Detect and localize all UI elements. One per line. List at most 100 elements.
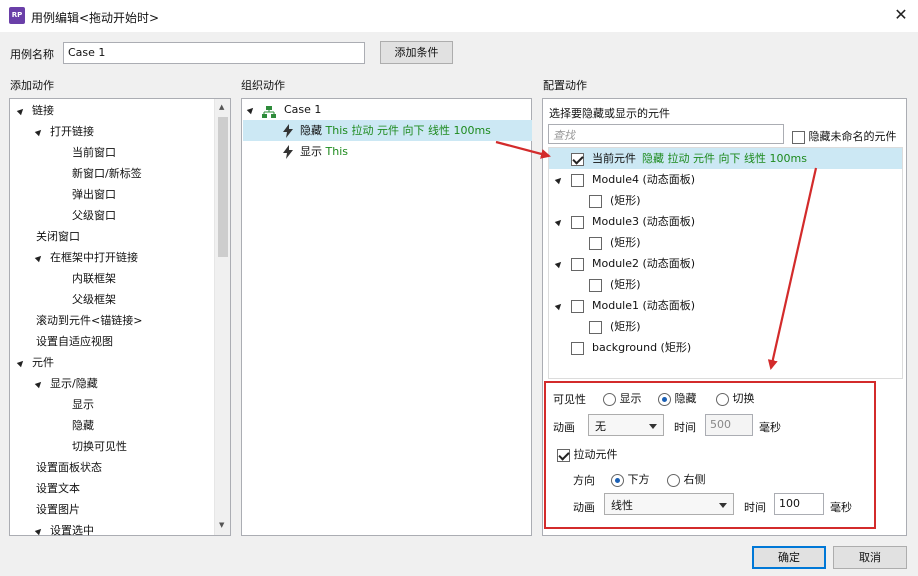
radio-hide-label: 隐藏 [674,392,697,405]
widget-checkbox[interactable] [571,152,584,166]
ok-button[interactable]: 确定 [752,546,826,569]
expand-icon[interactable] [554,259,564,269]
action-tree-item[interactable]: 切换可见性 [72,436,127,457]
widget-checkbox[interactable] [589,320,602,334]
axure-app-icon: RP [9,7,25,24]
radio-toggle-icon[interactable] [716,392,729,406]
widget-checkbox[interactable] [589,236,602,250]
action-tree-label: 设置文本 [36,482,80,495]
organize-actions-tree[interactable]: Case 1 隐藏 This 拉动 元件 向下 线性 100ms 显示 This [241,98,532,536]
radio-hide[interactable]: 隐藏 [658,390,697,406]
widget-checkbox[interactable] [589,278,602,292]
case-name-input[interactable]: Case 1 [63,42,365,64]
action-tree-label: 当前窗口 [72,146,116,159]
expand-icon[interactable] [554,301,564,311]
widget-row[interactable]: 当前元件 隐藏 拉动 元件 向下 线性 100ms [549,148,902,169]
radio-show-icon[interactable] [603,392,616,406]
case-row[interactable]: Case 1 [246,99,321,120]
radio-right-label: 右侧 [683,473,706,486]
action-row-show[interactable]: 显示 This [243,141,348,162]
cancel-button[interactable]: 取消 [833,546,907,569]
action-tree-item[interactable]: 隐藏 [72,415,94,436]
add-condition-button[interactable]: 添加条件 [380,41,453,64]
add-action-tree[interactable]: 链接 打开链接当前窗口新窗口/新标签 弹出窗口 父级窗口 关闭窗口 在框架中打开链接 内联框… [9,98,231,537]
action-tree-item[interactable]: 内联框架 [72,268,116,289]
action-tree-item[interactable]: 显示/隐藏 [34,373,98,394]
action-tree-item[interactable]: 关闭窗口 [36,226,80,247]
widget-search-input[interactable]: 查找 [548,124,784,144]
radio-hide-icon[interactable] [658,392,671,406]
action-tree-item[interactable]: 父级框架 [72,289,116,310]
widget-row[interactable]: Module3 (动态面板) [549,211,902,232]
configure-action-heading: 配置动作 [543,79,587,92]
expand-icon[interactable] [246,105,256,115]
time-input[interactable]: 500 [705,414,753,436]
expand-icon[interactable] [554,217,564,227]
action-detail: This 拉动 元件 向下 线性 100ms [325,124,491,137]
widget-checkbox[interactable] [589,194,602,208]
animation-select[interactable]: 无 [588,414,664,436]
radio-right-icon[interactable] [667,473,680,487]
expand-icon[interactable] [16,358,26,368]
action-tree-item[interactable]: 设置选中 [34,520,94,541]
hide-unnamed-checkbox[interactable] [792,130,805,144]
drag-widget-checkbox[interactable] [557,448,570,462]
action-tree-item[interactable]: 设置自适应视图 [36,331,113,352]
widget-row[interactable]: Module1 (动态面板) [549,295,902,316]
radio-down[interactable]: 下方 [611,471,650,487]
radio-down-label: 下方 [627,473,650,486]
widget-checkbox[interactable] [571,299,584,313]
expand-icon[interactable] [34,379,44,389]
time2-input[interactable]: 100 [774,493,824,515]
radio-show[interactable]: 显示 [603,390,642,406]
action-tree-item[interactable]: 当前窗口 [72,142,116,163]
expand-icon[interactable] [34,127,44,137]
expand-icon[interactable] [34,526,44,536]
widget-row[interactable]: Module4 (动态面板) [549,169,902,190]
expand-icon[interactable] [554,175,564,185]
action-tree-label: 显示/隐藏 [50,377,98,390]
action-tree-item[interactable]: 父级窗口 [72,205,116,226]
scroll-thumb[interactable] [218,117,228,257]
action-verb: 显示 [300,145,322,158]
widget-row[interactable]: Module2 (动态面板) [549,253,902,274]
drag-widget-toggle[interactable]: 拉动元件 [557,446,618,462]
scroll-down-icon[interactable]: ▼ [219,521,224,529]
action-tree-item[interactable]: 在框架中打开链接 [34,247,138,268]
action-tree-item[interactable]: 设置面板状态 [36,457,102,478]
action-tree-item[interactable]: 链接 [16,100,54,121]
action-tree-item[interactable]: 设置文本 [36,478,80,499]
close-icon[interactable]: ✕ [889,4,913,26]
widget-row[interactable]: (矩形) [549,274,902,295]
widget-row[interactable]: background (矩形) [549,337,902,358]
action-tree-item[interactable]: 弹出窗口 [72,184,116,205]
left-scrollbar[interactable]: ▲ ▼ [214,99,230,535]
action-tree-item[interactable]: 元件 [16,352,54,373]
action-tree-label: 隐藏 [72,419,94,432]
action-tree-item[interactable]: 设置图片 [36,499,80,520]
add-action-heading: 添加动作 [10,79,54,92]
scroll-up-icon[interactable]: ▲ [219,103,224,111]
widget-checkbox[interactable] [571,173,584,187]
hide-unnamed-toggle[interactable]: 隐藏未命名的元件 [792,128,897,144]
widget-checkbox[interactable] [571,215,584,229]
action-tree-item[interactable]: 打开链接 [34,121,94,142]
widget-row[interactable]: (矩形) [549,316,902,337]
action-tree-item[interactable]: 显示 [72,394,94,415]
radio-right[interactable]: 右侧 [667,471,706,487]
action-tree-item[interactable]: 新窗口/新标签 [72,163,142,184]
widget-tree[interactable]: 当前元件 隐藏 拉动 元件 向下 线性 100ms Module4 (动态面板) (矩… [548,147,903,379]
radio-toggle[interactable]: 切换 [716,390,755,406]
expand-icon[interactable] [16,106,26,116]
easing-select[interactable]: 线性 [604,493,734,515]
widget-row[interactable]: (矩形) [549,232,902,253]
widget-row[interactable]: (矩形) [549,190,902,211]
expand-icon[interactable] [34,253,44,263]
action-tree-item[interactable]: 滚动到元件<锚链接> [36,310,142,331]
widget-checkbox[interactable] [571,257,584,271]
action-row-hide[interactable]: 隐藏 This 拉动 元件 向下 线性 100ms [243,120,532,141]
widget-name: (矩形) [610,236,641,249]
radio-down-icon[interactable] [611,473,624,487]
direction-label: 方向 [573,474,595,487]
widget-checkbox[interactable] [571,341,584,355]
